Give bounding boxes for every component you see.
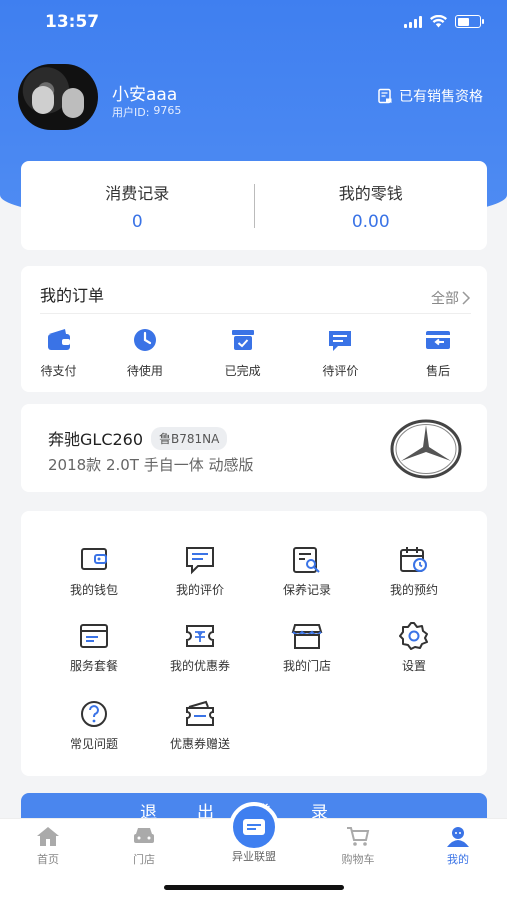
card-icon bbox=[243, 819, 265, 835]
signal-icon bbox=[404, 15, 422, 28]
wallet-icon bbox=[81, 548, 107, 570]
car-icon bbox=[134, 828, 154, 843]
certificate-icon bbox=[378, 88, 392, 104]
service-my-coupons[interactable]: 我的优惠券 bbox=[150, 621, 250, 674]
status-icons bbox=[404, 15, 484, 28]
service-settings-label: 设置 bbox=[401, 659, 426, 673]
my-change[interactable]: 我的零钱 0.00 bbox=[255, 180, 488, 232]
wallet-icon bbox=[47, 329, 70, 350]
consumption-record-value: 0 bbox=[131, 211, 143, 232]
stats-card: 消费记录 0 我的零钱 0.00 bbox=[21, 161, 487, 250]
service-settings[interactable]: 设置 bbox=[364, 621, 464, 674]
order-after-sales-label: 售后 bbox=[426, 364, 451, 378]
avatar[interactable] bbox=[18, 64, 98, 130]
service-coupon-gifting-label: 优惠券赠送 bbox=[169, 737, 230, 751]
order-pending-review-label: 待评价 bbox=[322, 364, 359, 378]
package-card-icon bbox=[80, 624, 108, 648]
question-icon bbox=[81, 701, 107, 727]
status-bar: 13:57 bbox=[0, 0, 507, 44]
orders-title: 我的订单 bbox=[40, 286, 105, 305]
order-after-sales[interactable]: 售后 bbox=[389, 326, 487, 379]
consumption-record[interactable]: 消费记录 0 bbox=[21, 180, 254, 232]
coupon-gift-icon bbox=[186, 700, 214, 726]
user-id-value: 9765 bbox=[153, 104, 182, 117]
service-maintenance-records[interactable]: 保养记录 bbox=[257, 545, 357, 598]
my-change-value: 0.00 bbox=[351, 211, 390, 232]
services-card: 我的钱包 我的评价 保养记录 我的预约 服务套餐 我的优惠券 我的门店 设置 常… bbox=[21, 511, 487, 776]
my-change-label: 我的零钱 bbox=[338, 183, 403, 203]
record-search-icon bbox=[293, 547, 320, 573]
tab-home[interactable]: 首页 bbox=[8, 825, 88, 867]
service-my-coupons-label: 我的优惠券 bbox=[169, 659, 230, 673]
user-id-label: 用户ID: bbox=[112, 106, 150, 119]
box-check-icon bbox=[231, 330, 254, 350]
user-id: 用户ID: 9765 bbox=[112, 104, 181, 120]
service-coupon-gifting[interactable]: 优惠券赠送 bbox=[150, 699, 250, 752]
comment-icon bbox=[329, 331, 352, 351]
store-icon bbox=[291, 624, 323, 649]
service-my-appointments[interactable]: 我的预约 bbox=[364, 545, 464, 598]
order-pending-use-label: 待使用 bbox=[126, 364, 163, 378]
tab-store-label: 门店 bbox=[133, 853, 155, 866]
username: 小安aaa bbox=[112, 85, 178, 105]
battery-icon bbox=[455, 15, 484, 28]
return-card-icon bbox=[426, 331, 451, 349]
order-pending-payment-label: 待支付 bbox=[40, 364, 77, 378]
consumption-record-label: 消费记录 bbox=[105, 183, 170, 203]
order-status-row: 待支付 待使用 已完成 待评价 售后 bbox=[21, 326, 487, 379]
sales-qualification-label: 已有销售资格 bbox=[399, 89, 483, 105]
cart-icon bbox=[347, 827, 370, 846]
home-indicator bbox=[164, 885, 344, 890]
tab-mine[interactable]: 我的 bbox=[418, 825, 498, 867]
order-pending-review[interactable]: 待评价 bbox=[292, 326, 390, 379]
orders-all-link[interactable]: 全部 bbox=[431, 282, 471, 313]
tab-mine-label: 我的 bbox=[447, 853, 469, 866]
wifi-icon bbox=[430, 15, 447, 28]
order-pending-use[interactable]: 待使用 bbox=[96, 326, 194, 379]
service-my-appointments-label: 我的预约 bbox=[389, 583, 438, 597]
clock-icon bbox=[133, 329, 156, 351]
service-my-reviews[interactable]: 我的评价 bbox=[150, 545, 250, 598]
tab-store[interactable]: 门店 bbox=[104, 825, 184, 867]
order-completed[interactable]: 已完成 bbox=[194, 326, 292, 379]
home-icon bbox=[37, 827, 59, 846]
service-faq-label: 常见问题 bbox=[69, 737, 118, 751]
service-maintenance-records-label: 保养记录 bbox=[282, 583, 331, 597]
mercedes-logo bbox=[390, 419, 462, 479]
order-completed-label: 已完成 bbox=[224, 364, 261, 378]
service-my-store[interactable]: 我的门店 bbox=[257, 621, 357, 674]
license-plate-badge: 鲁B781NA bbox=[151, 426, 228, 450]
status-time: 13:57 bbox=[45, 12, 100, 32]
service-my-reviews-label: 我的评价 bbox=[175, 583, 224, 597]
service-faq[interactable]: 常见问题 bbox=[44, 699, 144, 752]
chevron-right-icon bbox=[462, 290, 471, 305]
order-pending-payment[interactable]: 待支付 bbox=[21, 326, 96, 379]
comment-icon bbox=[186, 547, 214, 575]
user-icon bbox=[447, 827, 469, 847]
tab-cart-label: 购物车 bbox=[341, 853, 375, 866]
car-name: 奔驰GLC260 bbox=[48, 430, 144, 449]
car-name-row: 奔驰GLC260 鲁B781NA bbox=[48, 426, 228, 450]
tab-alliance-button[interactable] bbox=[229, 802, 279, 852]
orders-header: 我的订单 全部 bbox=[40, 282, 471, 314]
tab-home-label: 首页 bbox=[37, 853, 59, 866]
service-my-wallet[interactable]: 我的钱包 bbox=[44, 545, 144, 598]
gear-icon bbox=[399, 622, 428, 650]
tab-cart[interactable]: 购物车 bbox=[318, 825, 398, 867]
calendar-clock-icon bbox=[400, 547, 427, 572]
car-card[interactable]: 奔驰GLC260 鲁B781NA 2018款 2.0T 手自一体 动感版 bbox=[21, 404, 487, 492]
coupon-icon bbox=[186, 625, 214, 647]
orders-card: 我的订单 全部 待支付 待使用 已完成 待评价 售后 bbox=[21, 266, 487, 392]
service-my-wallet-label: 我的钱包 bbox=[69, 583, 118, 597]
sales-qualification-badge[interactable]: 已有销售资格 bbox=[377, 86, 483, 106]
service-packages[interactable]: 服务套餐 bbox=[44, 621, 144, 674]
service-my-store-label: 我的门店 bbox=[282, 659, 331, 673]
car-description: 2018款 2.0T 手自一体 动感版 bbox=[48, 456, 254, 474]
service-packages-label: 服务套餐 bbox=[69, 659, 118, 673]
orders-all-label: 全部 bbox=[431, 290, 459, 307]
tab-alliance-label: 异业联盟 bbox=[232, 850, 276, 863]
